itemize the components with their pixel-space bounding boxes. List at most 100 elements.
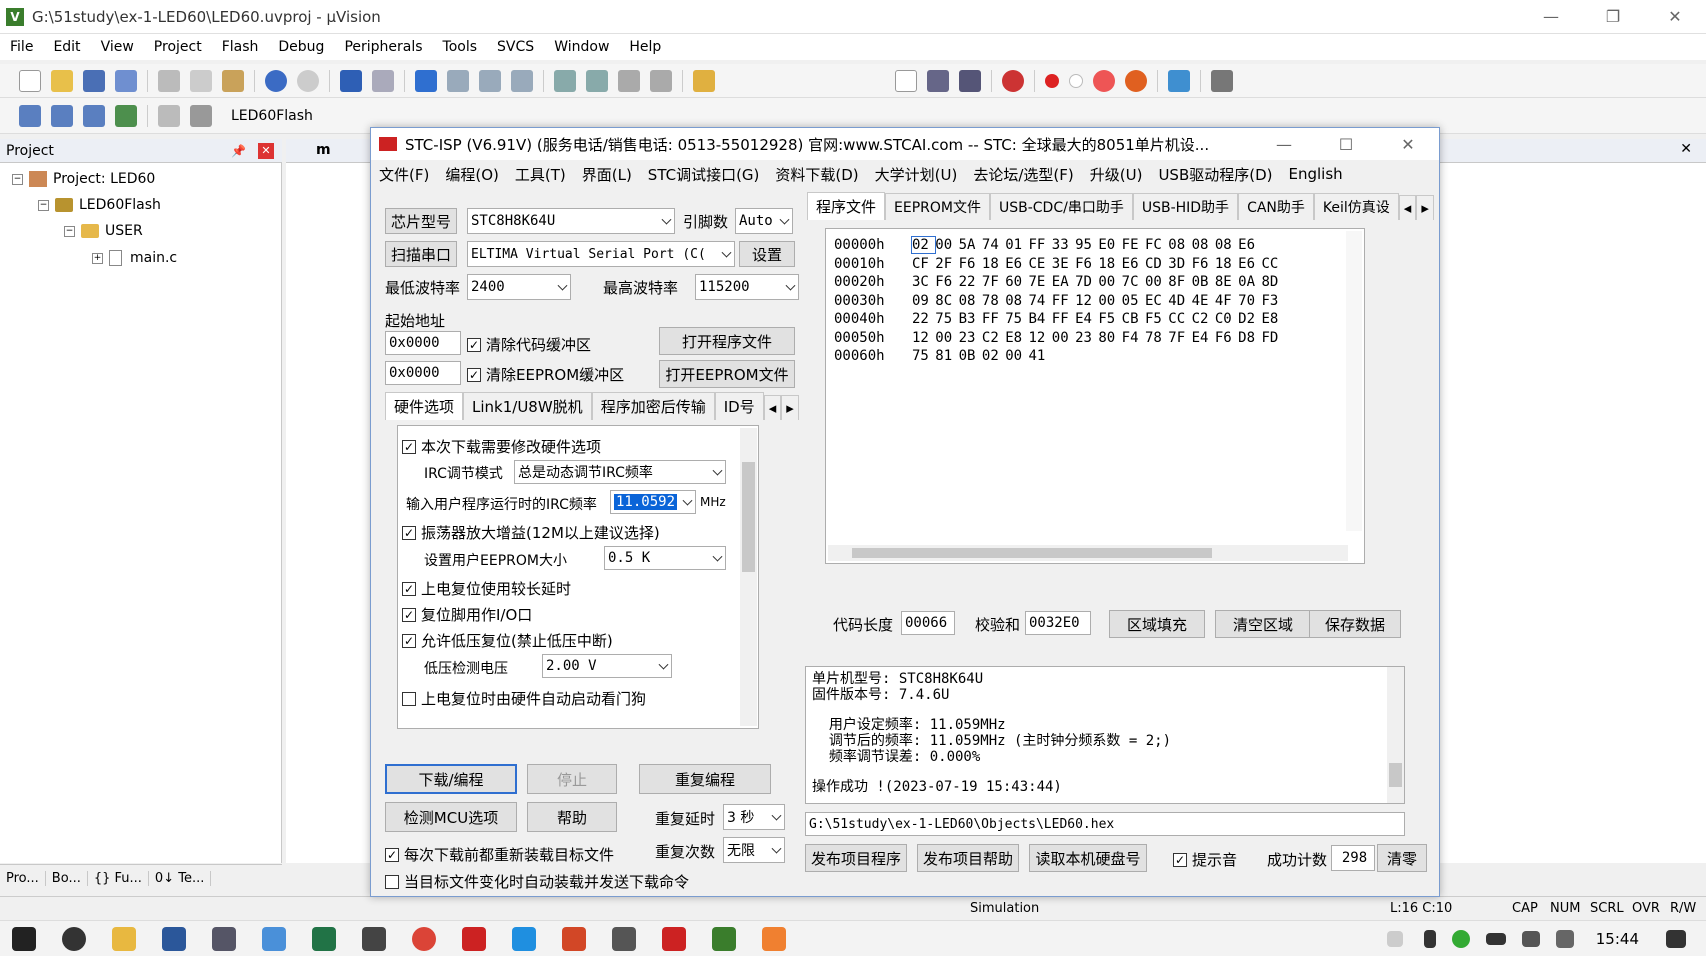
menu-peripherals[interactable]: Peripherals [334,39,432,55]
bookmark-clear-icon[interactable] [511,69,533,92]
hex-byte[interactable]: F5 [1098,311,1121,327]
repeat-count-select[interactable]: 无限 [723,837,785,863]
hex-byte[interactable]: 08 [1215,237,1238,253]
right-tab-scroll-right-icon[interactable]: ▸ [1416,195,1434,220]
hex-byte[interactable]: 00 [1052,330,1075,346]
find-combo-icon[interactable] [895,69,917,92]
redo-icon[interactable] [297,69,319,92]
unindent-icon[interactable] [586,69,608,92]
breakpoint-disable-icon[interactable] [1069,73,1083,88]
reset-io-checkbox[interactable]: ✓ 复位脚用作I/O口 [402,604,532,625]
hex-byte[interactable]: B3 [959,311,982,327]
log-output[interactable]: 单片机型号: STC8H8K64U 固件版本号: 7.4.6U 用户设定频率: 1… [805,666,1405,804]
hex-byte[interactable]: 01 [1005,237,1028,253]
hex-byte[interactable]: 3C [912,274,935,290]
hex-byte[interactable]: F3 [1261,293,1284,309]
hex-byte[interactable]: 60 [1005,274,1028,290]
hex-byte[interactable]: 95 [1075,237,1098,253]
app-icon-1[interactable] [62,926,86,951]
hex-byte[interactable]: E0 [1098,237,1121,253]
serial-port-select[interactable]: ELTIMA Virtual Serial Port (C( [467,241,735,267]
tab-books[interactable]: Bo... [46,871,88,886]
hex-byte[interactable]: 22 [959,274,982,290]
tab-scroll-left-icon[interactable]: ◂ [763,395,782,420]
hex-byte[interactable]: 12 [912,330,935,346]
stc-maximize-button[interactable]: ☐ [1315,127,1377,161]
menu-file[interactable]: File [0,39,43,55]
irc-frequency-input[interactable]: 11.0592 [610,490,696,514]
stc-menu-item-8[interactable]: 升级(U) [1082,164,1151,185]
hex-byte[interactable]: 8E [1215,274,1238,290]
clock[interactable]: 15:44 [1596,930,1639,948]
long-delay-checkbox[interactable]: ✓ 上电复位使用较长延时 [402,578,571,599]
hex-byte[interactable]: D8 [1238,330,1261,346]
stc-menu-item-5[interactable]: 资料下载(D) [767,164,866,185]
tab-keil[interactable]: Keil仿真设 [1313,193,1399,220]
hex-byte[interactable]: 8D [1261,274,1284,290]
code-start-address-input[interactable]: 0x0000 [385,331,461,355]
stop-build-icon[interactable] [190,104,212,127]
stc-minimize-button[interactable]: — [1253,127,1315,161]
hex-byte[interactable]: CC [1261,256,1284,272]
hex-byte[interactable]: FF [1028,237,1051,253]
irc-mode-select[interactable]: 总是动态调节IRC频率 [514,460,726,484]
target-select[interactable]: LED60Flash [231,108,313,124]
uvision-taskbar-icon[interactable] [712,926,736,951]
save-data-button[interactable]: 保存数据 [1309,610,1401,638]
tab-hw-options[interactable]: 硬件选项 [385,392,464,420]
indent-icon[interactable] [554,69,576,92]
hex-view[interactable]: 00000h 02 00 5A 74 01 FF 33 95 E0 FE FC 08 08 08 E6 0001… [825,228,1365,564]
tray-chevron-icon[interactable] [1386,930,1403,947]
hex-byte[interactable]: 08 [1192,237,1215,253]
nav-forward-icon[interactable] [372,69,394,92]
find-icon[interactable] [927,69,949,92]
menu-svcs[interactable]: SVCS [487,39,544,55]
undo-icon[interactable] [265,69,287,92]
download-program-button[interactable]: 下载/编程 [385,764,517,794]
tab-templates[interactable]: 0↓ Te... [149,871,212,886]
hex-byte[interactable]: 00 [1005,348,1028,364]
detect-mcu-button[interactable]: 检测MCU选项 [385,802,517,832]
app-icon-7[interactable] [762,926,786,951]
chip-model-select[interactable]: STC8H8K64U [467,208,675,234]
sound-checkbox[interactable]: ✓ 提示音 [1173,849,1237,870]
hex-byte[interactable]: E8 [1261,311,1284,327]
auto-download-checkbox[interactable]: 当目标文件变化时自动装载并发送下载命令 [385,871,689,892]
build-icon[interactable] [51,104,73,127]
window-layout-icon[interactable] [1168,69,1190,92]
lvd-select[interactable]: 2.00 V [542,654,672,678]
hex-byte[interactable]: F4 [1122,330,1145,346]
tree-root[interactable]: − Project: LED60 [12,168,155,190]
hex-byte[interactable]: 7F [982,274,1005,290]
close-button[interactable]: ✕ [1644,0,1706,34]
publish-program-button[interactable]: 发布项目程序 [805,844,907,872]
hex-byte[interactable]: FF [982,311,1005,327]
uncomment-icon[interactable] [650,69,672,92]
menu-flash[interactable]: Flash [212,39,269,55]
app-icon-6[interactable] [612,926,636,951]
reprogram-button[interactable]: 重复编程 [639,764,771,794]
debug-start-icon[interactable] [1002,69,1024,92]
hex-hscrollbar[interactable] [828,545,1348,561]
hex-byte[interactable]: 8F [1168,274,1191,290]
hex-byte[interactable]: 78 [982,293,1005,309]
save-all-icon[interactable] [115,69,137,92]
bookmark-next-icon[interactable] [479,69,501,92]
tab-functions[interactable]: {} Fu... [88,871,149,886]
app-icon-3[interactable] [262,926,286,951]
hex-byte[interactable]: 4D [1168,293,1191,309]
stc-menu-item-1[interactable]: 编程(O) [437,164,507,185]
reload-target-checkbox[interactable]: ✓ 每次下载前都重新装载目标文件 [385,844,614,865]
low-voltage-reset-checkbox[interactable]: ✓ 允许低压复位(禁止低压中断) [402,630,613,651]
open-file-icon[interactable] [51,69,73,92]
rebuild-icon[interactable] [83,104,105,127]
hex-byte[interactable]: 23 [1075,330,1098,346]
min-baud-select[interactable]: 2400 [467,274,571,300]
clear-region-button[interactable]: 清空区域 [1215,610,1311,638]
eeprom-size-select[interactable]: 0.5 K [604,546,726,570]
max-baud-select[interactable]: 115200 [695,274,799,300]
chrome-icon[interactable] [412,926,436,951]
hex-byte[interactable]: 02 [982,348,1005,364]
hex-byte[interactable]: 0A [1238,274,1261,290]
find-in-files-icon[interactable] [693,69,715,92]
